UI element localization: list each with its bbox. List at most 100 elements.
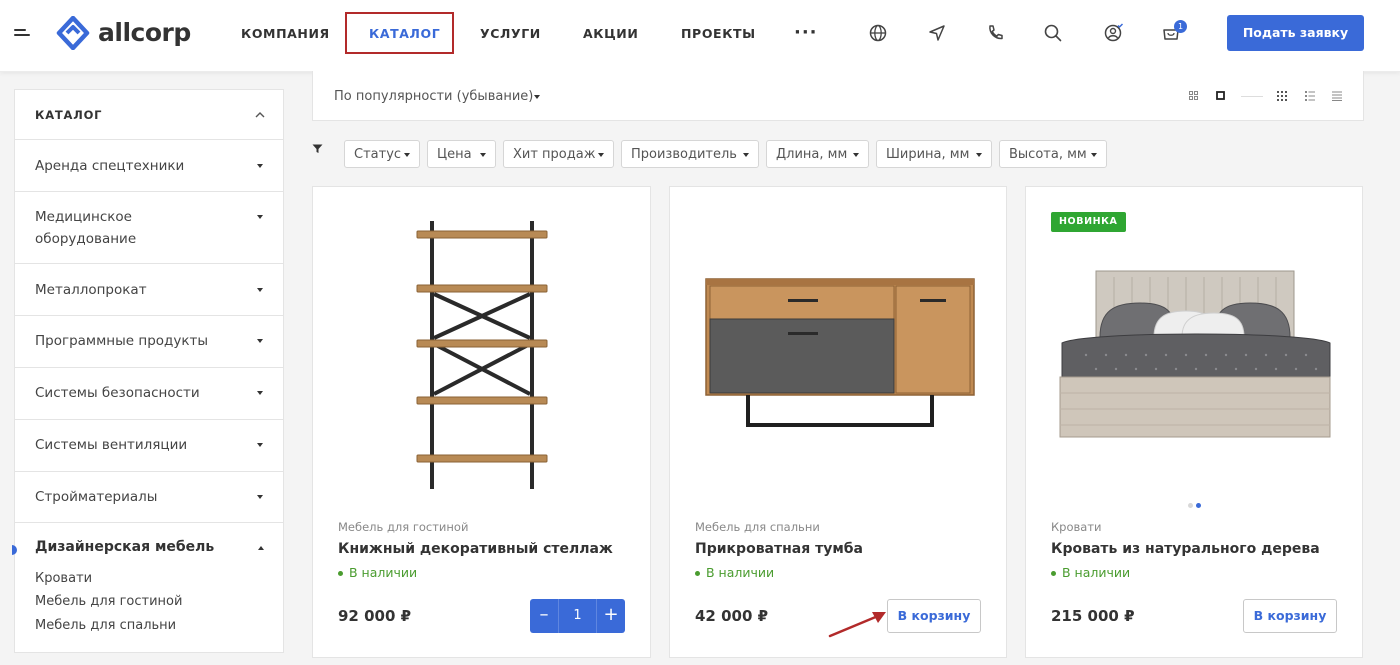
logo-icon — [56, 16, 90, 50]
phone-icon[interactable] — [984, 22, 1006, 44]
add-to-cart-button[interactable]: В корзину — [887, 599, 981, 633]
product-card: Мебель для спальни Прикроватная тумба В … — [669, 186, 1007, 658]
filter-label: Статус — [354, 147, 402, 162]
sort-dropdown[interactable]: По популярности (убывание) — [334, 89, 533, 104]
nav-company[interactable]: КОМПАНИЯ — [241, 26, 330, 41]
annotation-arrow-icon — [828, 612, 886, 638]
stock-label: В наличии — [349, 565, 418, 580]
product-price: 42 000 ₽ — [695, 607, 769, 625]
filter-label: Высота, мм — [1009, 147, 1087, 162]
table-view-icon[interactable] — [1332, 91, 1342, 101]
catalog-sidebar: КАТАЛОГ Аренда спецтехники Медицинское о… — [12, 89, 284, 653]
product-image-bed[interactable] — [1026, 187, 1364, 507]
sidebar-item-security-systems[interactable]: Системы безопасности — [15, 368, 283, 420]
filter-label: Цена — [437, 147, 472, 162]
quantity-value[interactable]: 1 — [558, 599, 597, 633]
stock-status: В наличии — [338, 565, 417, 580]
sidebar-item-label: Стройматериалы — [35, 489, 158, 505]
caret-up-icon[interactable] — [258, 546, 264, 550]
list-view-icon[interactable] — [1305, 91, 1315, 101]
caret-down-icon — [257, 215, 263, 219]
sidebar-item-label: Металлопрокат — [35, 282, 147, 298]
grid-large-view-icon[interactable] — [1216, 91, 1225, 100]
product-card: НОВИНКА Кровати Кровать из натурального … — [1025, 186, 1363, 658]
stock-dot-icon — [338, 571, 343, 576]
logo[interactable]: allcorp — [56, 16, 196, 52]
sidebar-subitem-living-room[interactable]: Мебель для гостиной — [35, 594, 182, 609]
caret-down-icon — [257, 164, 263, 168]
product-image-nightstand[interactable] — [670, 187, 1008, 507]
filter-label: Ширина, мм — [886, 147, 970, 162]
caret-down-icon — [404, 153, 410, 157]
new-badge: НОВИНКА — [1051, 212, 1126, 232]
filter-height[interactable]: Высота, мм — [999, 140, 1107, 168]
nav-services[interactable]: УСЛУГИ — [480, 26, 541, 41]
caret-down-icon — [598, 153, 604, 157]
product-price: 215 000 ₽ — [1051, 607, 1135, 625]
product-name[interactable]: Книжный декоративный стеллаж — [338, 541, 613, 557]
sidebar-item-metal-products[interactable]: Металлопрокат — [15, 264, 283, 316]
submit-request-button[interactable]: Подать заявку — [1227, 15, 1364, 51]
caret-down-icon — [480, 153, 486, 157]
stock-status: В наличии — [695, 565, 774, 580]
filter-status[interactable]: Статус — [344, 140, 420, 168]
caret-down-icon — [1091, 153, 1097, 157]
product-category: Мебель для спальни — [695, 520, 820, 534]
sort-toolbar: По популярности (убывание) — [312, 71, 1364, 121]
caret-down-icon — [257, 495, 263, 499]
active-item-marker — [12, 545, 17, 555]
stock-status: В наличии — [1051, 565, 1130, 580]
user-icon[interactable] — [1102, 22, 1124, 44]
filter-price[interactable]: Цена — [427, 140, 496, 168]
carousel-dot-active[interactable] — [1196, 503, 1201, 508]
caret-down-icon — [743, 153, 749, 157]
filter-length[interactable]: Длина, мм — [766, 140, 869, 168]
cart-count-badge: 1 — [1174, 20, 1187, 33]
logo-text: allcorp — [98, 18, 191, 47]
filter-icon[interactable] — [312, 144, 323, 154]
nav-more-icon[interactable]: ··· — [794, 22, 818, 43]
filter-width[interactable]: Ширина, мм — [876, 140, 992, 168]
product-name[interactable]: Кровать из натурального дерева — [1051, 541, 1320, 557]
product-price: 92 000 ₽ — [338, 607, 412, 625]
stock-dot-icon — [1051, 571, 1056, 576]
carousel-dot[interactable] — [1188, 503, 1193, 508]
filter-label: Производитель — [631, 147, 737, 162]
search-icon[interactable] — [1042, 22, 1064, 44]
sidebar-item-ventilation-systems[interactable]: Системы вентиляции — [15, 420, 283, 472]
site-header: allcorp КОМПАНИЯ КАТАЛОГ УСЛУГИ АКЦИИ ПР… — [0, 0, 1400, 72]
tile-view-icon[interactable] — [1277, 91, 1287, 101]
sidebar-subitem-beds[interactable]: Кровати — [35, 571, 92, 586]
sidebar-item-medical-equipment[interactable]: Медицинское оборудование — [15, 192, 283, 264]
caret-down-icon — [257, 443, 263, 447]
stock-label: В наличии — [1062, 565, 1131, 580]
product-image-bookshelf[interactable] — [313, 187, 652, 507]
sidebar-item-equipment-rental[interactable]: Аренда спецтехники — [15, 141, 283, 192]
product-card: Мебель для гостиной Книжный декоративный… — [312, 186, 651, 658]
stock-dot-icon — [695, 571, 700, 576]
grid-small-view-icon[interactable] — [1189, 91, 1198, 100]
sidebar-subitem-bedroom[interactable]: Мебель для спальни — [35, 618, 176, 633]
filter-manufacturer[interactable]: Производитель — [621, 140, 759, 168]
filter-bestseller[interactable]: Хит продаж — [503, 140, 614, 168]
sidebar-item-designer-furniture[interactable]: Дизайнерская мебель — [35, 539, 214, 555]
sidebar-item-label: Системы безопасности — [35, 385, 200, 401]
decrease-quantity-button[interactable]: – — [530, 599, 558, 633]
nav-catalog[interactable]: КАТАЛОГ — [369, 26, 440, 41]
nav-projects[interactable]: ПРОЕКТЫ — [681, 26, 756, 41]
sidebar-item-building-materials[interactable]: Стройматериалы — [15, 472, 283, 523]
caret-down-icon[interactable] — [534, 95, 540, 99]
increase-quantity-button[interactable]: + — [597, 599, 625, 633]
sidebar-item-label: Медицинское оборудование — [35, 209, 137, 247]
product-name[interactable]: Прикроватная тумба — [695, 541, 863, 557]
add-to-cart-button[interactable]: В корзину — [1243, 599, 1337, 633]
menu-icon[interactable] — [14, 29, 30, 41]
sidebar-title: КАТАЛОГ — [35, 108, 103, 122]
stock-label: В наличии — [706, 565, 775, 580]
sidebar-header[interactable]: КАТАЛОГ — [15, 90, 283, 140]
location-icon[interactable] — [926, 22, 948, 44]
nav-promotions[interactable]: АКЦИИ — [583, 26, 638, 41]
sidebar-item-software[interactable]: Программные продукты — [15, 316, 283, 368]
chevron-up-icon[interactable] — [255, 111, 265, 118]
globe-icon[interactable] — [867, 22, 889, 44]
